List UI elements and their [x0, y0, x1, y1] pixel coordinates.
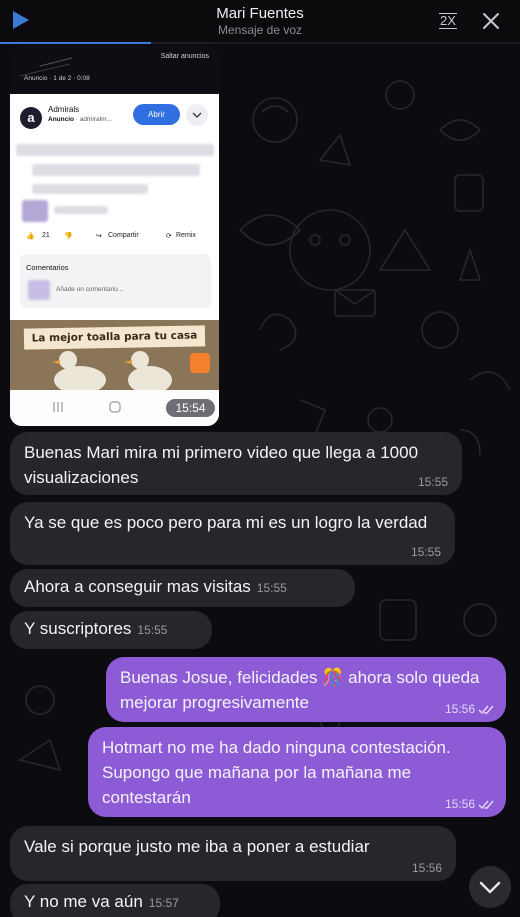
voice-message-header: Mari Fuentes Mensaje de voz 2X — [0, 0, 520, 44]
share-label: Compartir — [108, 232, 139, 239]
chevron-down-icon — [186, 104, 208, 126]
close-icon[interactable] — [482, 12, 500, 30]
message-bubble[interactable]: Ya se que es poco pero para mi es un log… — [10, 502, 455, 565]
message-time: 15:57 — [148, 896, 179, 910]
playback-speed-button[interactable]: 2X — [436, 10, 460, 32]
message-bubble[interactable]: Hotmart no me ha dado ninguna contestaci… — [88, 727, 506, 817]
remix-label: Remix — [176, 232, 196, 239]
message-text: Ya se que es poco pero para mi es un log… — [24, 513, 428, 532]
blurred-text — [16, 144, 214, 156]
message-text: Y suscriptores — [24, 619, 132, 638]
message-text: Hotmart no me ha dado ninguna contestaci… — [102, 738, 451, 807]
message-text: Y no me va aún — [24, 892, 143, 911]
message-time: 15:56 — [411, 861, 442, 875]
thumbs-up-icon: 👍 — [26, 233, 35, 240]
message-text: Ahora a conseguir mas visitas — [24, 577, 251, 596]
playback-speed-label: 2X — [440, 13, 456, 28]
ad-tag: Anuncio — [48, 116, 74, 123]
skip-ads-label: Saltar anuncios — [160, 53, 209, 60]
read-ticks-icon — [478, 800, 494, 809]
ad-video-strip: Saltar anuncios Anuncio · 1 de 2 · 0:08 — [10, 46, 219, 94]
message-text: Buenas Josue, felicidades 🎊 ahora solo q… — [120, 668, 480, 712]
audio-progress-bar[interactable] — [0, 42, 520, 44]
message-time: 15:55 — [417, 475, 448, 489]
message-bubble[interactable]: Vale si porque justo me iba a poner a es… — [10, 826, 456, 881]
message-time: 15:55 — [410, 545, 441, 559]
ad-action-row: 👍 21 👎 ↪ Compartir ⟳ Remix — [24, 230, 209, 244]
message-time: 15:56 — [444, 797, 475, 811]
ad-banner-image: La mejor toalla para tu casa — [10, 320, 219, 390]
blurred-text — [32, 184, 148, 194]
brand-handle: · admiralm... — [74, 116, 112, 123]
share-icon: ↪ — [96, 233, 102, 240]
image-timestamp: 15:54 — [166, 399, 215, 417]
blurred-avatar — [28, 280, 50, 300]
message-time: 15:55 — [256, 581, 287, 595]
blurred-text — [32, 164, 200, 176]
read-ticks-icon — [478, 705, 494, 714]
ad-info-label: Anuncio · 1 de 2 · 0:08 — [24, 75, 90, 82]
message-text: Vale si porque justo me iba a poner a es… — [24, 837, 370, 856]
message-text: Buenas Mari mira mi primero video que ll… — [24, 443, 419, 487]
shared-screenshot[interactable]: Saltar anuncios Anuncio · 1 de 2 · 0:08 … — [10, 46, 219, 426]
chevron-down-icon — [479, 881, 501, 894]
message-meta: 15:56 — [445, 702, 494, 716]
message-bubble[interactable]: Y no me va aún 15:57 — [10, 884, 220, 917]
scroll-down-button[interactable] — [469, 866, 511, 908]
message-bubble[interactable]: Buenas Josue, felicidades 🎊 ahora solo q… — [106, 657, 506, 722]
audio-progress-fill — [0, 42, 151, 44]
comment-input: Añade un comentario... — [56, 286, 124, 293]
blurred-avatar — [22, 200, 48, 222]
remix-icon: ⟳ — [166, 233, 172, 240]
brand-logo: a — [20, 107, 42, 129]
open-ad-button: Abrir — [133, 104, 180, 125]
comments-title: Comentarios — [26, 263, 69, 272]
message-time: 15:56 — [444, 702, 475, 716]
ad-card: a Admirals Anuncio · admiralm... Abrir 👍… — [10, 94, 219, 426]
duck-illustration — [52, 351, 210, 390]
blurred-text — [54, 206, 108, 214]
message-meta: 15:56 — [445, 797, 494, 811]
message-bubble[interactable]: Y suscriptores 15:55 — [10, 611, 212, 649]
thumbs-down-icon: 👎 — [64, 233, 73, 240]
message-time: 15:55 — [137, 623, 168, 637]
like-count: 21 — [42, 232, 50, 239]
brand-name: Admirals — [48, 105, 80, 114]
message-bubble[interactable]: Buenas Mari mira mi primero video que ll… — [10, 432, 462, 495]
chat-screen: Mari Fuentes Mensaje de voz 2X Saltar an… — [0, 0, 520, 917]
message-bubble[interactable]: Ahora a conseguir mas visitas 15:55 — [10, 569, 355, 607]
brand-subtitle: Anuncio · admiralm... — [48, 116, 112, 123]
comments-box: Comentarios Añade un comentario... — [20, 254, 211, 308]
